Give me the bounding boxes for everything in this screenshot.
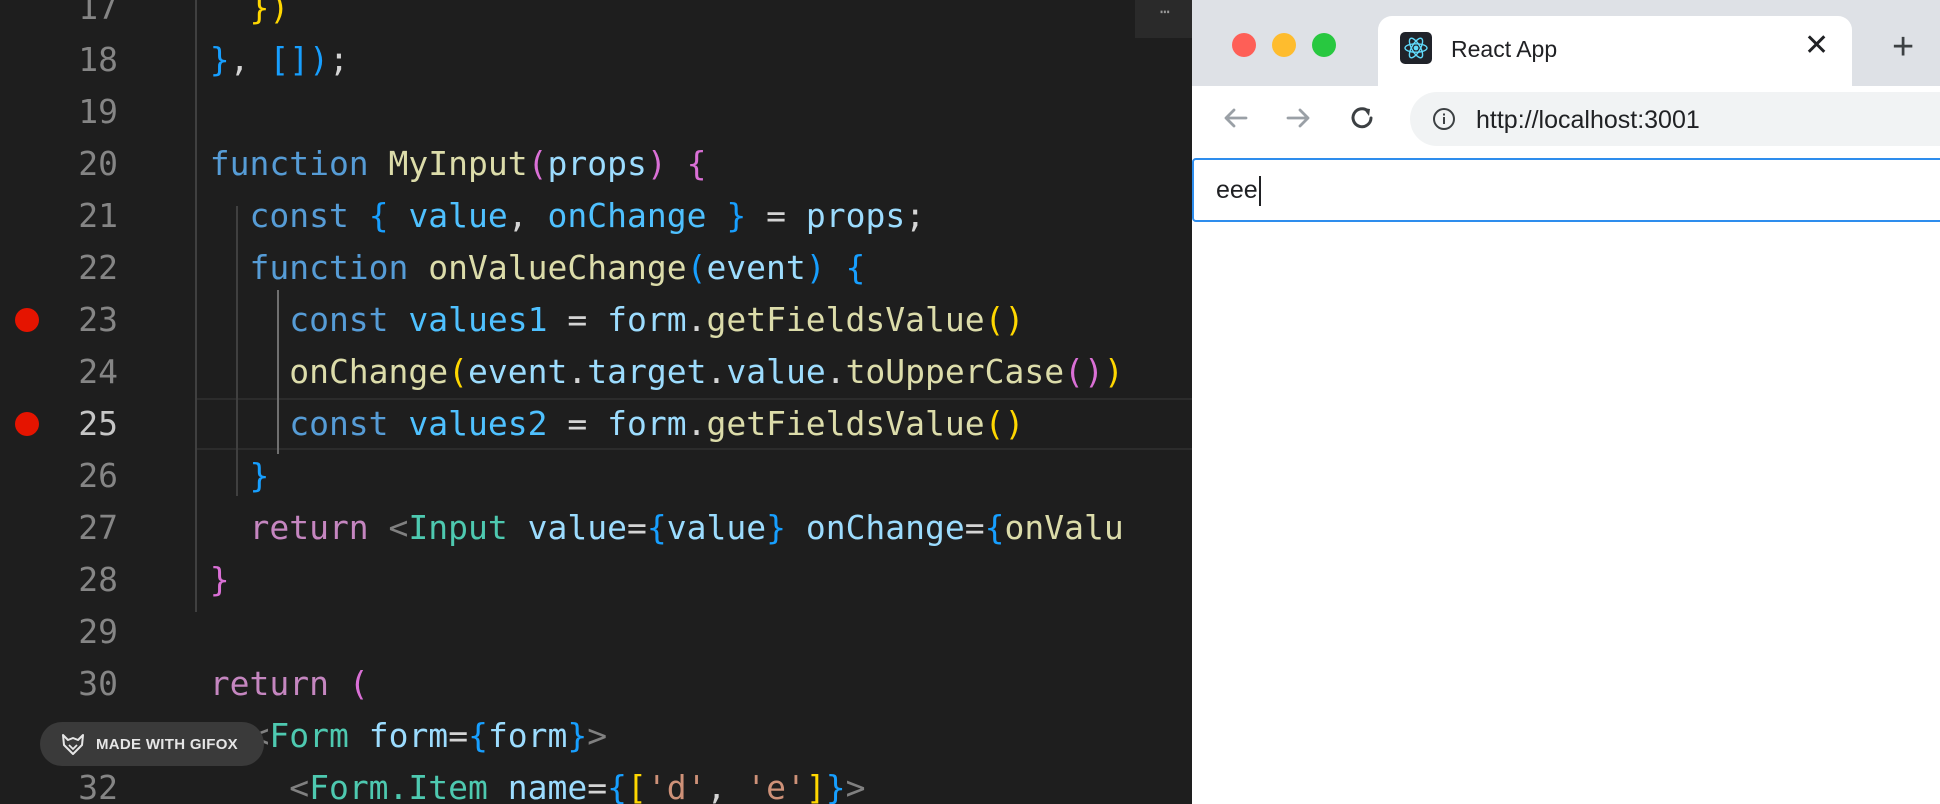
new-tab-button[interactable]: + — [1892, 28, 1914, 66]
code-line[interactable]: }) — [170, 0, 289, 34]
window-minimize-button[interactable] — [1272, 33, 1296, 57]
tab-close-icon[interactable]: ✕ — [1804, 30, 1829, 62]
line-number[interactable]: 21 — [40, 190, 118, 242]
tab-react-app[interactable]: React App ✕ — [1378, 16, 1852, 86]
line-number[interactable]: 27 — [40, 502, 118, 554]
more-icon: ⋯ — [1160, 2, 1172, 21]
code-line[interactable]: } — [170, 450, 269, 502]
watermark-label: MADE WITH GIFOX — [96, 735, 238, 753]
tab-strip: React App ✕ + — [1192, 0, 1940, 86]
code-line[interactable]: const { value, onChange } = props; — [170, 190, 925, 242]
indent-guide — [236, 206, 238, 496]
info-icon[interactable] — [1432, 107, 1456, 131]
line-number[interactable]: 20 — [40, 138, 118, 190]
forward-arrow-icon[interactable] — [1278, 98, 1318, 138]
text-input[interactable]: eee — [1192, 158, 1940, 222]
address-bar[interactable]: http://localhost:3001 — [1410, 92, 1940, 146]
line-number[interactable]: 23 — [40, 294, 118, 346]
code-line[interactable]: function onValueChange(event) { — [170, 242, 865, 294]
code-line[interactable]: return ( — [170, 658, 369, 710]
line-number[interactable]: 19 — [40, 86, 118, 138]
code-line[interactable]: function MyInput(props) { — [170, 138, 707, 190]
line-number[interactable]: 32 — [40, 762, 118, 804]
browser-toolbar: http://localhost:3001 — [1192, 86, 1940, 152]
page-content: eee — [1192, 152, 1940, 804]
code-line[interactable]: } — [170, 554, 230, 606]
window-close-button[interactable] — [1232, 33, 1256, 57]
gifox-watermark: MADE WITH GIFOX — [40, 722, 264, 766]
react-logo-icon — [1400, 32, 1432, 64]
browser-window: React App ✕ + http://localhost:3001 eee — [1192, 0, 1940, 804]
code-line[interactable]: onChange(event.target.value.toUpperCase(… — [170, 346, 1124, 398]
indent-guide — [277, 290, 279, 454]
breakpoint-icon[interactable] — [15, 412, 39, 436]
indent-guide — [195, 0, 197, 612]
window-zoom-button[interactable] — [1312, 33, 1336, 57]
text-caret — [1258, 176, 1261, 207]
editor-overflow-button[interactable]: ⋯ — [1135, 0, 1192, 38]
fox-logo-icon — [62, 734, 84, 755]
code-line[interactable]: <Form.Item name={['d', 'e']}> — [170, 762, 865, 804]
line-number[interactable]: 17 — [40, 0, 118, 34]
reload-icon[interactable] — [1342, 98, 1382, 138]
code-line[interactable]: return <Input value={value} onChange={on… — [170, 502, 1123, 554]
line-number[interactable]: 26 — [40, 450, 118, 502]
line-number[interactable]: 30 — [40, 658, 118, 710]
back-arrow-icon[interactable] — [1216, 98, 1256, 138]
code-editor[interactable]: 17 }) 18 }, []); 19 20 function MyInput(pro… — [0, 0, 1192, 804]
breakpoint-icon[interactable] — [15, 308, 39, 332]
line-number[interactable]: 22 — [40, 242, 118, 294]
input-value: eee — [1216, 176, 1258, 204]
url-text: http://localhost:3001 — [1476, 106, 1700, 134]
line-number[interactable]: 29 — [40, 606, 118, 658]
line-number[interactable]: 28 — [40, 554, 118, 606]
code-line[interactable]: const values2 = form.getFieldsValue() — [170, 398, 1024, 450]
line-number[interactable]: 24 — [40, 346, 118, 398]
line-number[interactable]: 18 — [40, 34, 118, 86]
code-line[interactable]: const values1 = form.getFieldsValue() — [170, 294, 1024, 346]
line-number[interactable]: 25 — [40, 398, 118, 450]
tab-title: React App — [1451, 36, 1558, 62]
